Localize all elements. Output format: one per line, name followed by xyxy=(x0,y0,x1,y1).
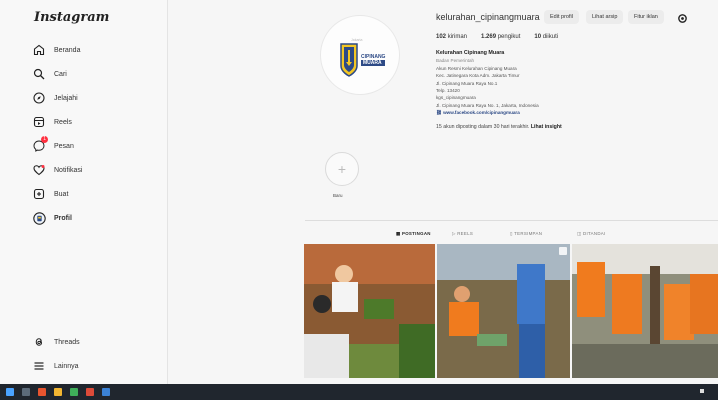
tab-reels[interactable]: ▷ REELS xyxy=(452,231,473,237)
bio-line: Jl. Cipinang Muara Raya No.1 xyxy=(436,80,498,86)
start-icon[interactable] xyxy=(6,388,14,396)
post-thumbnail[interactable] xyxy=(572,244,718,378)
app-icon[interactable] xyxy=(70,388,78,396)
stat-following[interactable]: 10 diikuti xyxy=(534,34,558,40)
sidebar-item-cari[interactable]: Cari xyxy=(32,66,67,82)
profile-username: kelurahan_cipinangmuara xyxy=(436,12,540,22)
bio-link-text: www.facebook.com/cipinangmuara xyxy=(443,110,520,116)
plus-square-icon xyxy=(32,187,46,201)
sidebar-item-pesan[interactable]: 1 Pesan xyxy=(32,136,74,154)
plus-icon: + xyxy=(337,161,347,177)
compass-icon xyxy=(32,91,46,105)
logo-text: CIPINANG MUARA xyxy=(361,54,386,66)
bio-category: Badan Pemerintah xyxy=(436,58,475,64)
reel-indicator-icon xyxy=(559,247,567,255)
sidebar-item-label: Lainnya xyxy=(54,362,79,370)
sidebar: Instagram Beranda Cari Jelajahi Reels 1 … xyxy=(0,0,168,384)
sidebar-item-beranda[interactable]: Beranda xyxy=(32,42,80,58)
notification-badge: 1 xyxy=(41,136,48,143)
bio-link[interactable]: ⛓ www.facebook.com/cipinangmuara xyxy=(436,109,696,116)
sidebar-item-threads[interactable]: Threads xyxy=(32,334,80,350)
sidebar-item-label: Beranda xyxy=(54,46,81,54)
tab-postingan[interactable]: ▦ POSTINGAN xyxy=(396,231,431,237)
sidebar-item-label: Profil xyxy=(54,214,72,222)
logo-text-line: MUARA xyxy=(361,60,386,66)
new-highlight-button[interactable]: + xyxy=(325,152,359,186)
tab-ditandai[interactable]: ◫ DITANDAI xyxy=(577,231,606,237)
home-icon xyxy=(32,43,46,57)
sidebar-item-label: Pesan xyxy=(54,142,74,150)
sidebar-item-reels[interactable]: Reels xyxy=(32,114,72,130)
post-photo xyxy=(437,244,570,378)
stat-label: pengikut xyxy=(497,34,521,40)
ads-tools-button[interactable]: Fitur iklan xyxy=(628,10,664,24)
menu-icon xyxy=(32,359,46,373)
browser-icon[interactable] xyxy=(86,388,94,396)
bio-line: Kec. Jatinegara Kota Adm. Jakarta Timur xyxy=(436,73,520,79)
sidebar-item-notifikasi[interactable]: Notifikasi xyxy=(32,162,82,178)
bio-name: Kelurahan Cipinang Muara xyxy=(436,50,505,56)
stat-count: 102 xyxy=(436,34,447,40)
sidebar-item-lainnya[interactable]: Lainnya xyxy=(32,358,79,374)
instagram-logo[interactable]: Instagram xyxy=(34,10,109,25)
tab-label: TERSIMPAN xyxy=(514,231,543,236)
bio-line: kgs_cipinangmuara xyxy=(436,95,476,101)
sidebar-item-jelajahi[interactable]: Jelajahi xyxy=(32,90,78,106)
stat-followers[interactable]: 1.269 pengikut xyxy=(481,34,520,40)
insight-summary: 15 akun diposting dalam 30 hari terakhir… xyxy=(436,124,562,130)
os-taskbar xyxy=(0,384,718,400)
folder-icon[interactable] xyxy=(54,388,62,396)
stat-count: 10 xyxy=(534,34,542,40)
tab-label: REELS xyxy=(457,231,474,236)
sidebar-item-label: Cari xyxy=(54,70,67,78)
bio-line: Jl. Cipinang Muara Raya No. 1, Jakarta, … xyxy=(436,102,539,108)
heart-icon xyxy=(32,163,46,177)
post-photo xyxy=(304,244,435,378)
tab-tersimpan[interactable]: ▯ TERSIMPAN xyxy=(510,231,542,237)
threads-icon xyxy=(32,335,46,349)
sidebar-item-label: Jelajahi xyxy=(54,94,78,102)
tab-label: POSTINGAN xyxy=(401,231,431,236)
tray-icon[interactable] xyxy=(700,389,704,393)
tabs-divider xyxy=(305,220,718,221)
stat-count: 1.269 xyxy=(481,34,497,40)
stat-posts[interactable]: 102 kiriman xyxy=(436,34,467,40)
view-archive-button[interactable]: Lihat arsip xyxy=(586,10,624,24)
app-icon[interactable] xyxy=(102,388,110,396)
post-thumbnail[interactable] xyxy=(304,244,435,378)
settings-icon[interactable] xyxy=(677,11,688,23)
stat-label: diikuti xyxy=(542,34,559,40)
edit-profile-button[interactable]: Edit profil xyxy=(544,10,579,24)
tab-label: DITANDAI xyxy=(582,231,606,236)
sidebar-item-label: Buat xyxy=(54,190,69,198)
search-icon[interactable] xyxy=(22,388,30,396)
reels-icon xyxy=(32,115,46,129)
search-icon xyxy=(32,67,46,81)
bio-line: Telp. 13420 xyxy=(436,88,460,94)
app-icon[interactable] xyxy=(38,388,46,396)
sidebar-item-label: Threads xyxy=(54,338,80,346)
avatar-icon xyxy=(32,211,46,225)
insight-text: 15 akun diposting dalam 30 hari terakhir… xyxy=(436,124,530,130)
sidebar-item-buat[interactable]: Buat xyxy=(32,186,68,202)
messenger-icon: 1 xyxy=(32,136,48,153)
post-photo xyxy=(572,244,718,378)
profile-stats: 102 kiriman 1.269 pengikut 10 diikuti xyxy=(436,34,558,40)
sidebar-item-label: Notifikasi xyxy=(54,166,83,174)
stat-label: kiriman xyxy=(447,34,468,40)
highlight-label: Baru xyxy=(333,193,343,198)
profile-bio: Kelurahan Cipinang Muara Badan Pemerinta… xyxy=(436,50,696,117)
sidebar-item-profil[interactable]: Profil xyxy=(32,210,72,226)
view-insight-link[interactable]: Lihat insight xyxy=(531,124,562,130)
bio-line: Akun Resmi Kelurahan Cipinang Muara xyxy=(436,65,517,71)
profile-picture[interactable]: Jakarta CIPINANG MUARA xyxy=(320,15,400,95)
post-thumbnail[interactable] xyxy=(437,244,570,378)
sidebar-item-label: Reels xyxy=(54,118,72,126)
